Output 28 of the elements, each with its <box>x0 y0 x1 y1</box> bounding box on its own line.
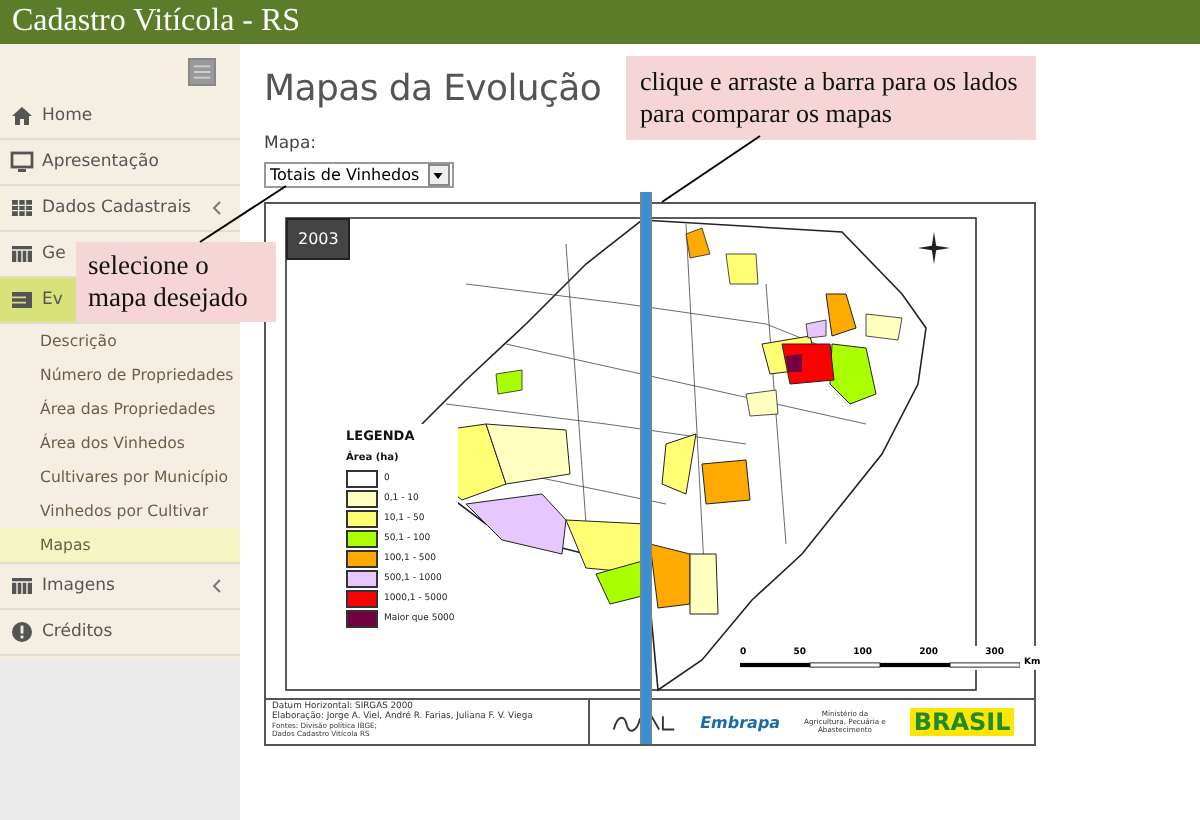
menu-toggle-button[interactable] <box>188 58 216 86</box>
nav-item[interactable]: Apresentação <box>0 140 240 186</box>
logo-text: BRASIL <box>909 708 1015 736</box>
hint-tooltip: selecione o mapa desejado <box>76 242 276 322</box>
logo-text: Embrapa <box>700 713 781 731</box>
menu-icon <box>192 62 212 82</box>
nav-item[interactable]: Imagens <box>0 562 240 610</box>
hint-tooltip: clique e arraste a barra para os lados para comparar os mapas <box>626 56 1036 140</box>
compass-icon <box>916 230 952 266</box>
columns-icon <box>10 574 34 598</box>
nav-item[interactable]: Home <box>0 94 240 140</box>
list-icon <box>10 288 34 312</box>
field-label: Mapa: <box>264 134 317 154</box>
year-badge: 2003 <box>286 218 351 260</box>
map-select[interactable]: Totais de Vinhedos <box>264 162 454 188</box>
columns-icon <box>10 242 34 266</box>
leader-line <box>199 185 287 243</box>
table-icon <box>10 196 34 220</box>
monitor-icon <box>10 150 34 174</box>
nav-item[interactable]: Dados Cadastrais <box>0 186 240 232</box>
nav-item[interactable]: Créditos <box>0 610 240 656</box>
page-title: Mapas da Evolução <box>264 68 602 110</box>
site-title: Cadastro Vitícola - RS <box>12 4 301 40</box>
info-icon <box>10 620 34 644</box>
caret-icon <box>432 169 445 181</box>
slider-handle[interactable] <box>640 192 652 744</box>
leader-line <box>661 135 761 203</box>
home-icon <box>10 104 34 128</box>
